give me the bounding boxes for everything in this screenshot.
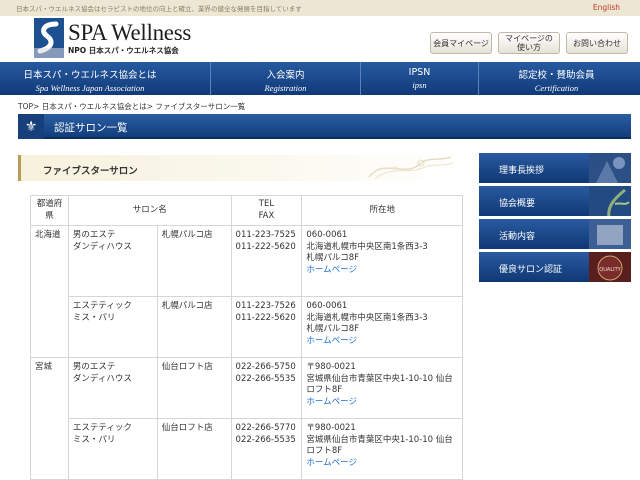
address-cell: 〒980-0021 宮城県仙台市青葉区中央1-10-10 仙台ロフト8F ホームペー… bbox=[301, 418, 463, 480]
salon-branch: 仙台ロフト店 bbox=[156, 418, 232, 480]
homepage-link[interactable]: ホームページ bbox=[306, 397, 357, 407]
salon-branch: 札幌パルコ店 bbox=[156, 296, 232, 358]
fleur-de-lis-icon: ⚜ bbox=[18, 114, 44, 139]
tel-fax-cell: 011-223-7526 011-222-5620 bbox=[230, 296, 303, 358]
member-mypage-button[interactable]: 会員マイページ bbox=[430, 32, 492, 54]
salon-branch: 仙台ロフト店 bbox=[156, 357, 232, 419]
salon-branch: 札幌パルコ店 bbox=[156, 225, 232, 297]
address-text: 北海道札幌市中央区南1条西3-3 札幌パルコ8F bbox=[306, 241, 428, 264]
breadcrumb-separator: > bbox=[33, 102, 40, 111]
header-salon: サロン名 bbox=[67, 195, 232, 226]
fax-value: 011-222-5620 bbox=[235, 312, 296, 323]
sidebar-item-quality-salon[interactable]: 優良サロン認証 QUALITY bbox=[479, 252, 631, 284]
sidebar-item-overview[interactable]: 協会概要 bbox=[479, 186, 631, 218]
header-prefecture: 都道府県 bbox=[30, 195, 69, 226]
table-row: 宮城 男のエステ ダンディハウス 仙台ロフト店 022-266-5750 022-… bbox=[30, 357, 463, 480]
address-cell: 060-0061 北海道札幌市中央区南1条西3-3 札幌パルコ8F ホームページ bbox=[301, 296, 463, 358]
salon-name: エステティック ミス・パリ bbox=[67, 296, 158, 358]
sidebar-item-activities[interactable]: 活動内容 bbox=[479, 219, 631, 251]
sidebar-thumbnail-icon bbox=[589, 186, 631, 216]
fax-value: 022-266-5535 bbox=[235, 434, 296, 445]
tel-fax-cell: 022-266-5770 022-266-5535 bbox=[230, 418, 303, 480]
nav-item-label: 入会案内 bbox=[266, 70, 305, 81]
breadcrumb-top[interactable]: TOP bbox=[18, 102, 33, 111]
address-text: 北海道札幌市中央区南1条西3-3 札幌パルコ8F bbox=[306, 312, 428, 335]
fax-value: 022-266-5535 bbox=[235, 373, 296, 384]
homepage-link[interactable]: ホームページ bbox=[306, 265, 357, 275]
breadcrumb-current: ファイブスターサロン一覧 bbox=[155, 102, 246, 111]
tel-value: 011-223-7525 bbox=[235, 230, 296, 240]
homepage-link[interactable]: ホームページ bbox=[306, 336, 357, 346]
zip-code: 〒980-0021 bbox=[306, 362, 356, 372]
tel-value: 011-223-7526 bbox=[235, 301, 296, 311]
contact-button[interactable]: お問い合わせ bbox=[566, 32, 628, 54]
zip-code: 060-0061 bbox=[306, 301, 348, 311]
tel-value: 022-266-5770 bbox=[235, 423, 296, 433]
section-heading: ファイブスターサロン bbox=[18, 155, 463, 181]
salon-name: エステティック ミス・パリ bbox=[67, 418, 158, 480]
sidebar-item-label: 優良サロン認証 bbox=[499, 265, 563, 275]
sidebar-item-label: 協会概要 bbox=[499, 199, 536, 209]
sidebar-item-chairman-greeting[interactable]: 理事長挨拶 bbox=[479, 153, 631, 185]
prefecture-cell: 北海道 bbox=[30, 225, 69, 358]
header-tel: TEL bbox=[258, 199, 275, 209]
salon-table: 都道府県 サロン名 TEL FAX 所在地 北海道 男のエステ ダンディハウス 札… bbox=[30, 195, 463, 480]
english-link[interactable]: English bbox=[593, 3, 620, 12]
main-nav: 日本スパ・ウエルネス協会とは Spa Wellness Japan Associ… bbox=[0, 62, 640, 95]
sidebar-item-label: 活動内容 bbox=[499, 232, 536, 242]
mypage-guide-button[interactable]: マイページの 使い方 bbox=[498, 32, 560, 54]
zip-code: 〒980-0021 bbox=[306, 423, 356, 433]
tel-value: 022-266-5750 bbox=[235, 362, 296, 372]
sidebar-item-label: 理事長挨拶 bbox=[499, 166, 545, 176]
address-text: 宮城県仙台市青葉区中央1-10-10 仙台ロフト8F bbox=[306, 434, 453, 457]
nav-item-label: IPSN bbox=[408, 67, 431, 78]
logo-icon[interactable] bbox=[34, 18, 64, 58]
page-title-bar: ⚜ 認証サロン一覧 bbox=[18, 114, 631, 139]
fax-value: 011-222-5620 bbox=[235, 241, 296, 252]
table-row: エステティック ミス・パリ 札幌パルコ店 011-223-7526 011-222… bbox=[31, 296, 463, 358]
quality-badge-icon: QUALITY bbox=[589, 252, 631, 282]
nav-item-sublabel: ipsn bbox=[412, 80, 427, 90]
nav-item-label: 日本スパ・ウエルネス協会とは bbox=[23, 70, 157, 81]
section-title: ファイブスターサロン bbox=[43, 166, 138, 177]
table-row: エステティック ミス・パリ 仙台ロフト店 022-266-5770 022-266… bbox=[31, 418, 463, 480]
nav-item-sublabel: Registration bbox=[264, 83, 307, 93]
table-row: 北海道 男のエステ ダンディハウス 札幌パルコ店 011-223-7525 011… bbox=[30, 225, 463, 358]
prefecture-cell: 宮城 bbox=[30, 357, 69, 480]
nav-item-label: 認定校・賛助会員 bbox=[518, 70, 595, 81]
breadcrumb-about[interactable]: 日本スパ・ウエルネス協会とは bbox=[42, 102, 147, 111]
zip-code: 060-0061 bbox=[306, 230, 348, 240]
header-fax: FAX bbox=[258, 210, 275, 221]
ornament-icon bbox=[368, 156, 454, 180]
header-tel-fax: TEL FAX bbox=[230, 195, 303, 226]
nav-item-about[interactable]: 日本スパ・ウエルネス協会とは Spa Wellness Japan Associ… bbox=[10, 62, 170, 95]
address-cell: 〒980-0021 宮城県仙台市青葉区中央1-10-10 仙台ロフト8F ホームペー… bbox=[301, 357, 463, 419]
breadcrumb-separator: > bbox=[146, 102, 153, 111]
tagline: 日本スパ・ウエルネス協会はセラピストの地位の向上と確立、業界の健全な発展を目指し… bbox=[16, 5, 302, 13]
logo-name[interactable]: SPA Wellness bbox=[68, 20, 191, 46]
top-bar: 日本スパ・ウエルネス協会はセラピストの地位の向上と確立、業界の健全な発展を目指し… bbox=[0, 0, 640, 16]
breadcrumb: TOP> 日本スパ・ウエルネス協会とは> ファイブスターサロン一覧 bbox=[18, 101, 245, 112]
salon-name: 男のエステ ダンディハウス bbox=[67, 225, 158, 297]
tel-fax-cell: 011-223-7525 011-222-5620 bbox=[230, 225, 303, 297]
nav-item-sublabel: Spa Wellness Japan Association bbox=[35, 83, 145, 93]
nav-item-certification[interactable]: 認定校・賛助会員 Certification bbox=[478, 62, 634, 95]
address-cell: 060-0061 北海道札幌市中央区南1条西3-3 札幌パルコ8F ホームページ bbox=[301, 225, 463, 297]
page-title: 認証サロン一覧 bbox=[54, 122, 128, 134]
salon-name: 男のエステ ダンディハウス bbox=[67, 357, 158, 419]
nav-item-sublabel: Certification bbox=[534, 83, 579, 93]
tel-fax-cell: 022-266-5750 022-266-5535 bbox=[230, 357, 303, 419]
sidebar-thumbnail-icon bbox=[589, 219, 631, 249]
table-header-row: 都道府県 サロン名 TEL FAX 所在地 bbox=[30, 195, 463, 226]
quality-badge-text: QUALITY bbox=[599, 267, 621, 273]
nav-item-ipsn[interactable]: IPSN ipsn bbox=[360, 62, 478, 95]
logo-subtitle: NPO 日本スパ・ウエルネス協会 bbox=[68, 46, 179, 55]
header-address: 所在地 bbox=[301, 195, 463, 226]
nav-item-registration[interactable]: 入会案内 Registration bbox=[210, 62, 360, 95]
address-text: 宮城県仙台市青葉区中央1-10-10 仙台ロフト8F bbox=[306, 373, 453, 396]
sidebar-thumbnail-icon bbox=[589, 153, 631, 183]
homepage-link[interactable]: ホームページ bbox=[306, 458, 357, 468]
